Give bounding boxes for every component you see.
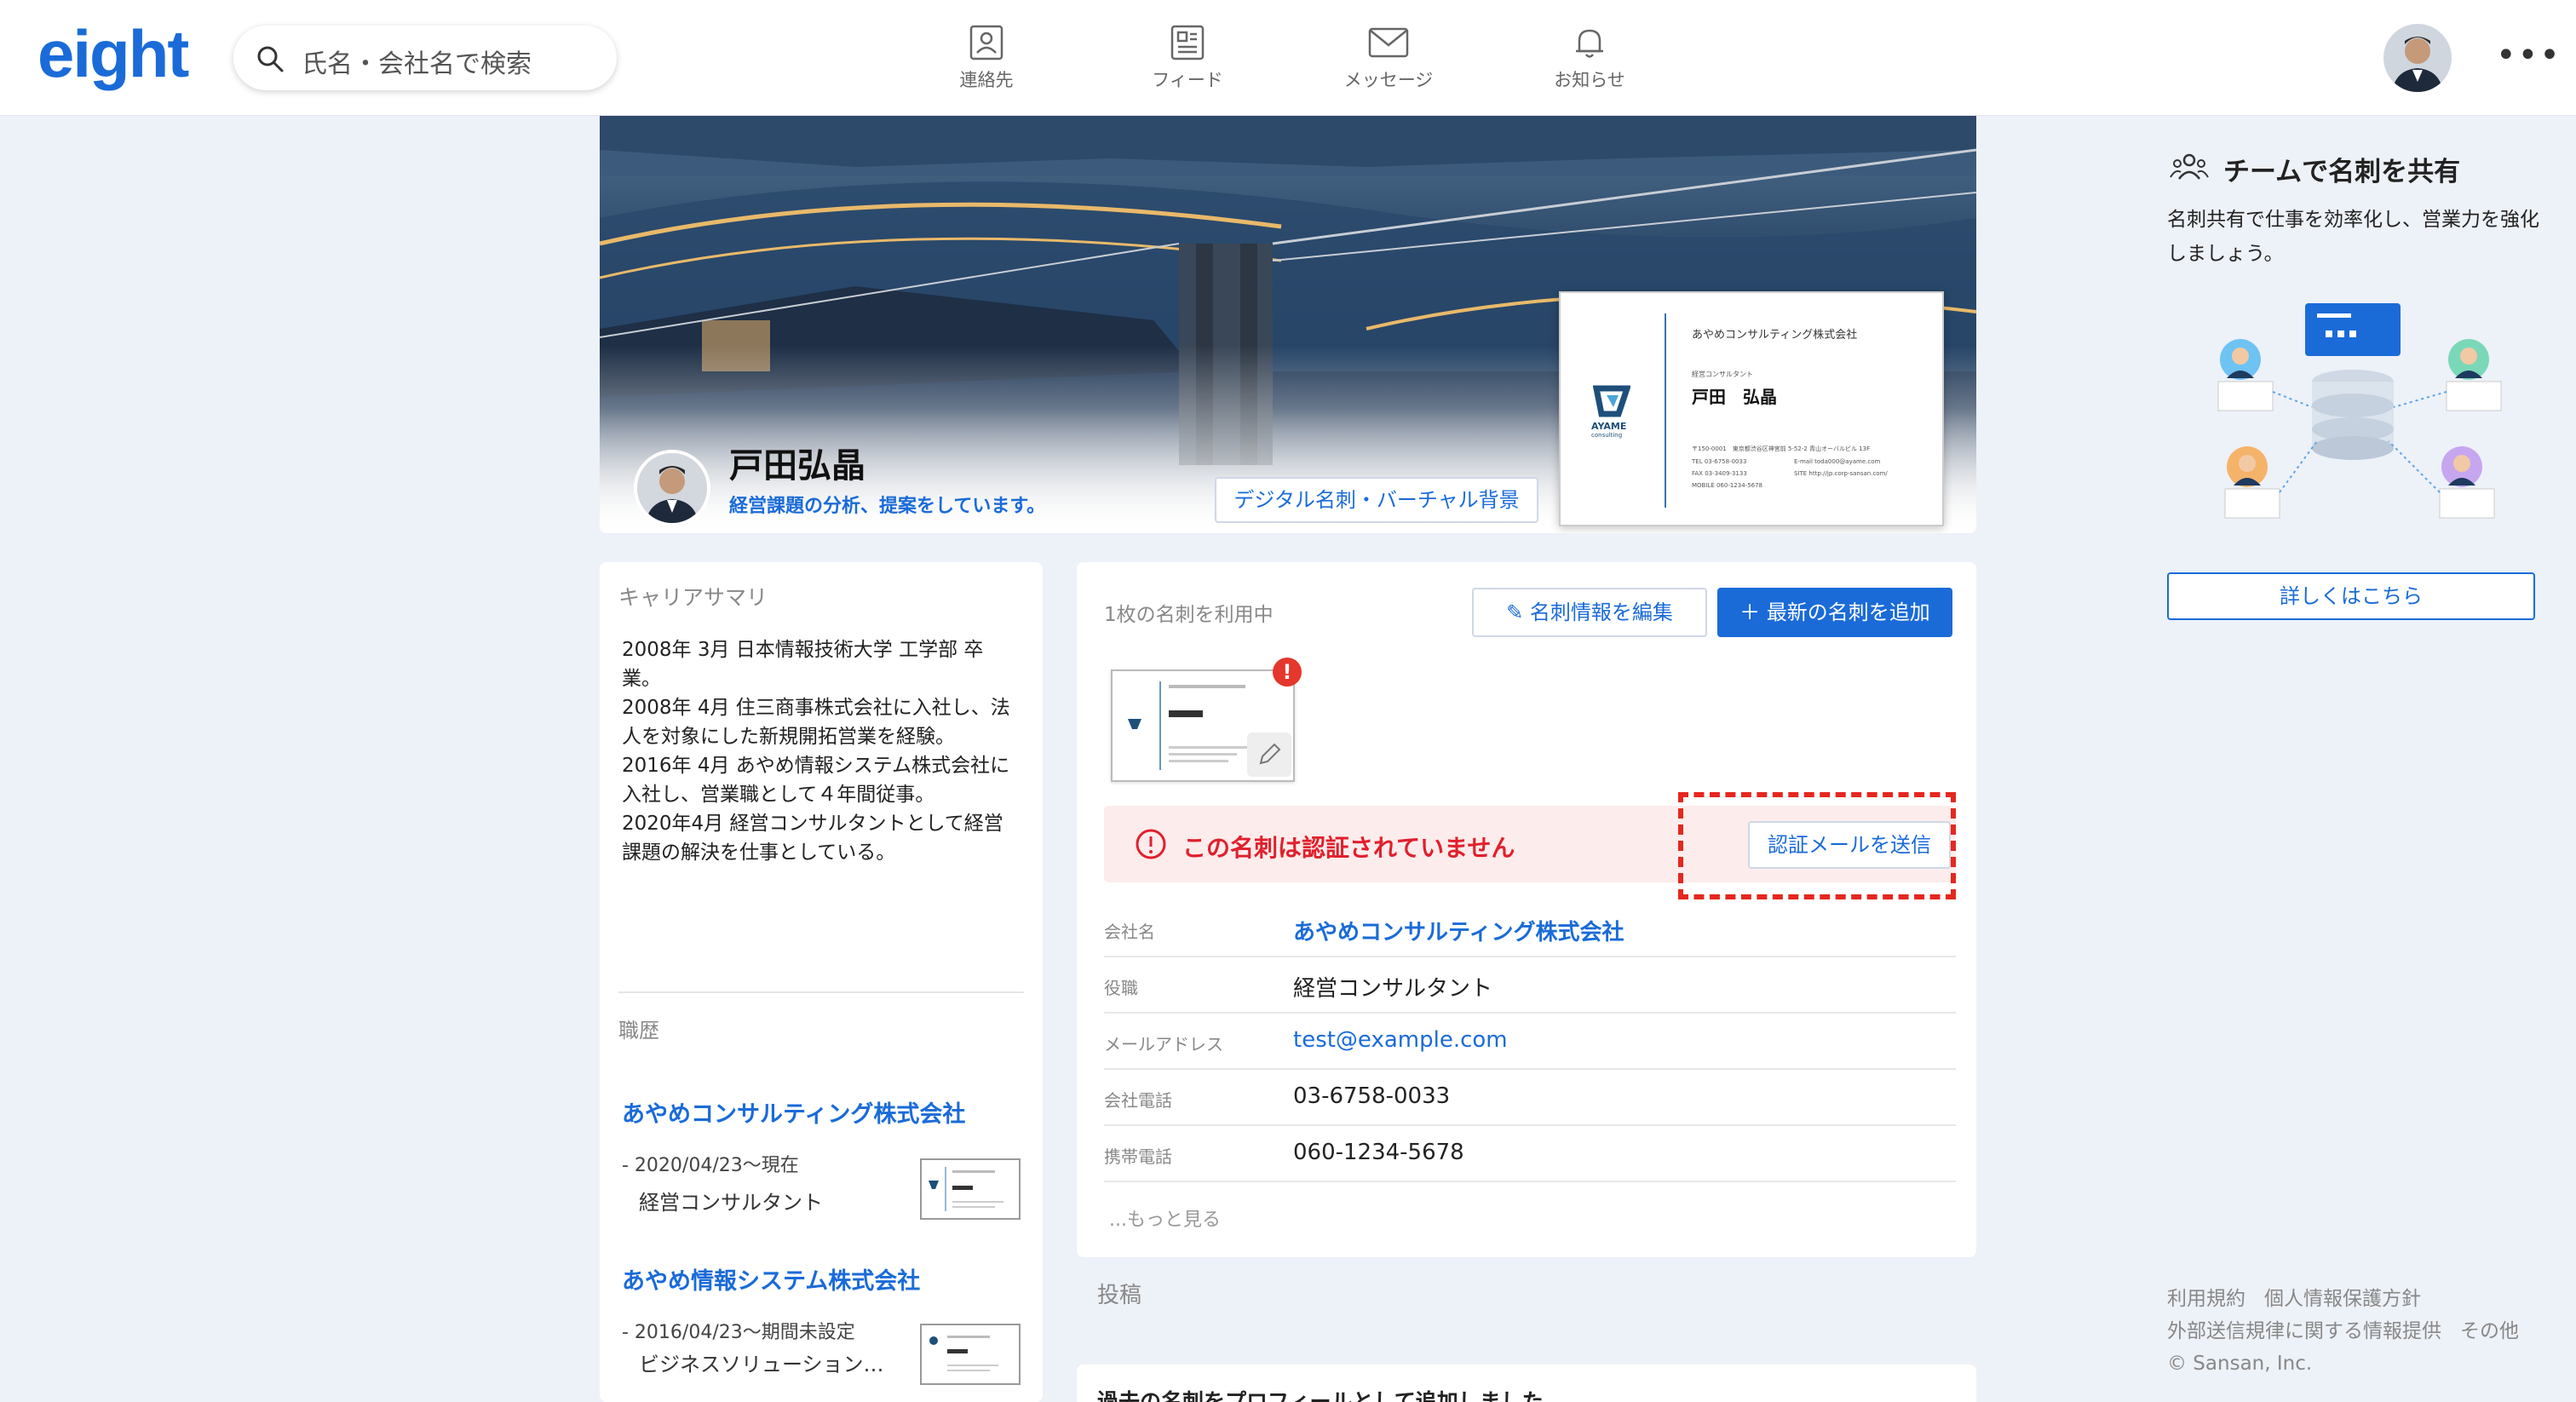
search-input[interactable]: 氏名・会社名で検索 — [233, 26, 617, 90]
unverified-warning-text: この名刺は認証されていません — [1182, 834, 1515, 862]
footer-links: 利用規約 個人情報保護方針 外部送信規律に関する情報提供 その他 © Sansan,… — [2167, 1283, 2559, 1380]
history-role: 経営コンサルタント — [639, 1191, 823, 1215]
search-icon — [256, 44, 285, 77]
add-card-label: 最新の名刺を追加 — [1766, 600, 1930, 624]
profile-tagline: 経営課題の分析、提案をしています。 — [729, 496, 1046, 517]
nav-notifications-label: お知らせ — [1554, 70, 1625, 90]
card-brand: AYAME — [1591, 421, 1627, 432]
alert-badge: ! — [1273, 658, 1302, 687]
top-header: eight 氏名・会社名で検索 連絡先 フィード メッセージ お知らせ ••• — [0, 0, 2576, 116]
field-key: メールアドレス — [1104, 1034, 1223, 1054]
card-tel: TEL 03-6758-0033 — [1692, 458, 1747, 465]
card-title: 経営コンサルタント — [1692, 371, 1753, 378]
highlight-annotation — [1678, 792, 1956, 899]
edit-card-button[interactable]: ✎ 名刺情報を編集 — [1472, 588, 1707, 637]
nav-contacts[interactable]: 連絡先 — [918, 19, 1055, 104]
search-placeholder: 氏名・会社名で検索 — [302, 49, 532, 79]
profile-avatar — [634, 450, 710, 526]
card-divider — [1665, 313, 1666, 508]
field-value: 03-6758-0033 — [1293, 1083, 1451, 1109]
team-icon — [2169, 152, 2210, 186]
show-more-link[interactable]: ...もっと見る — [1109, 1204, 1221, 1232]
card-edit-icon[interactable] — [1247, 733, 1291, 777]
digital-card-button[interactable]: デジタル名刺・バーチャル背景 — [1215, 477, 1538, 523]
card-address: 〒150-0001 東京都渋谷区神宮前 5-52-2 青山オーバルビル 13F — [1692, 445, 1871, 452]
field-key: 会社名 — [1104, 922, 1155, 942]
warning-icon — [1135, 828, 1167, 864]
user-avatar[interactable] — [2383, 24, 2452, 92]
card-brand-sub: consulting — [1591, 432, 1623, 439]
career-heading: キャリアサマリ — [618, 585, 768, 610]
edit-card-label: 名刺情報を編集 — [1529, 600, 1673, 624]
team-share-illustration — [2217, 303, 2502, 519]
post-text: 過去の名刺をプロフィールとして追加しました — [1097, 1389, 1544, 1402]
footer-link-terms[interactable]: 利用規約 — [2167, 1288, 2245, 1310]
nav-messages-label: メッセージ — [1343, 70, 1434, 90]
history-card-thumbnail[interactable] — [920, 1158, 1021, 1220]
field-value: 経営コンサルタント — [1293, 976, 1493, 1002]
field-row: 会社名 あやめコンサルティング株式会社 — [1104, 901, 1956, 957]
posts-heading: 投稿 — [1097, 1283, 1142, 1308]
footer-link-privacy[interactable]: 個人情報保護方針 — [2264, 1288, 2421, 1310]
message-icon — [1368, 27, 1409, 58]
history-role: ビジネスソリューション… — [639, 1353, 884, 1376]
card-mobile: MOBILE 060-1234-5678 — [1692, 482, 1763, 489]
career-panel: キャリアサマリ 2008年 3月 日本情報技術大学 工学部 卒業。 2008年 … — [600, 562, 1043, 1402]
field-row: 役職 経営コンサルタント — [1104, 957, 1956, 1014]
nav-contacts-label: 連絡先 — [959, 70, 1014, 90]
field-key: 会社電話 — [1104, 1090, 1172, 1111]
history-card-thumbnail[interactable] — [920, 1324, 1021, 1385]
pencil-icon: ✎ — [1506, 600, 1530, 624]
footer-link-external[interactable]: 外部送信規律に関する情報提供 — [2167, 1320, 2441, 1342]
card-fax: FAX 03-3409-3133 — [1692, 470, 1747, 477]
history-company[interactable]: あやめコンサルティング株式会社 — [622, 1095, 965, 1129]
team-share-title: チームで名刺を共有 — [2223, 157, 2461, 187]
cards-count-label: 1枚の名刺を利用中 — [1104, 604, 1274, 626]
field-row: メールアドレス test@example.com — [1104, 1014, 1956, 1070]
learn-more-button[interactable]: 詳しくはこちら — [2167, 572, 2535, 620]
nav-feed-label: フィード — [1152, 70, 1223, 90]
feed-icon — [1170, 25, 1205, 60]
field-value[interactable]: test@example.com — [1293, 1027, 1508, 1053]
history-period: - 2020/04/23〜現在 — [622, 1155, 799, 1176]
eight-logo[interactable]: eight — [37, 15, 189, 93]
nav-notifications[interactable]: お知らせ — [1521, 19, 1658, 104]
field-value[interactable]: あやめコンサルティング株式会社 — [1293, 915, 1624, 946]
nav-messages[interactable]: メッセージ — [1320, 19, 1457, 104]
history-period: - 2016/04/23〜期間未設定 — [622, 1322, 855, 1343]
contacts-icon — [969, 25, 1003, 60]
team-share-description: 名刺共有で仕事を効率化し、営業力を強化しましょう。 — [2167, 209, 2539, 265]
field-row: 会社電話 03-6758-0033 — [1104, 1070, 1956, 1126]
card-company: あやめコンサルティング株式会社 — [1692, 329, 1858, 342]
card-name: 戸田 弘晶 — [1692, 387, 1777, 407]
career-summary: 2008年 3月 日本情報技術大学 工学部 卒業。 2008年 4月 住三商事株… — [622, 639, 1010, 864]
ayame-logo-icon — [1592, 383, 1631, 421]
field-value: 060-1234-5678 — [1293, 1140, 1464, 1165]
card-site: SITE http://jp.corp-sansan.com/ — [1794, 470, 1888, 477]
bell-icon — [1576, 29, 1603, 58]
field-key: 役職 — [1104, 978, 1138, 998]
card-email: E-mail toda000@ayame.com — [1794, 458, 1881, 465]
business-card-image[interactable]: AYAME consulting あやめコンサルティング株式会社 経営コンサルタ… — [1559, 291, 1944, 526]
profile-name: 戸田弘晶 — [729, 446, 865, 486]
history-company[interactable]: あやめ情報システム株式会社 — [622, 1262, 920, 1296]
more-menu-icon[interactable]: ••• — [2496, 36, 2562, 75]
field-key: 携帯電話 — [1104, 1146, 1172, 1167]
business-cards-panel: 1枚の名刺を利用中 ✎ 名刺情報を編集 ＋ 最新の名刺を追加 ! この名刺は認証… — [1077, 562, 1976, 1257]
field-row: 携帯電話 060-1234-5678 — [1104, 1126, 1956, 1182]
career-divider — [618, 991, 1024, 993]
nav-feed[interactable]: フィード — [1119, 19, 1256, 104]
add-card-button[interactable]: ＋ 最新の名刺を追加 — [1717, 588, 1952, 637]
footer-copyright: © Sansan, Inc. — [2167, 1353, 2313, 1375]
footer-link-other[interactable]: その他 — [2460, 1320, 2519, 1342]
history-label: 職歴 — [618, 1019, 659, 1043]
post-item[interactable]: 過去の名刺をプロフィールとして追加しました — [1077, 1365, 1976, 1402]
plus-icon: ＋ — [1739, 600, 1767, 624]
profile-cover: 戸田弘晶 経営課題の分析、提案をしています。 デジタル名刺・バーチャル背景 AY… — [600, 116, 1976, 533]
